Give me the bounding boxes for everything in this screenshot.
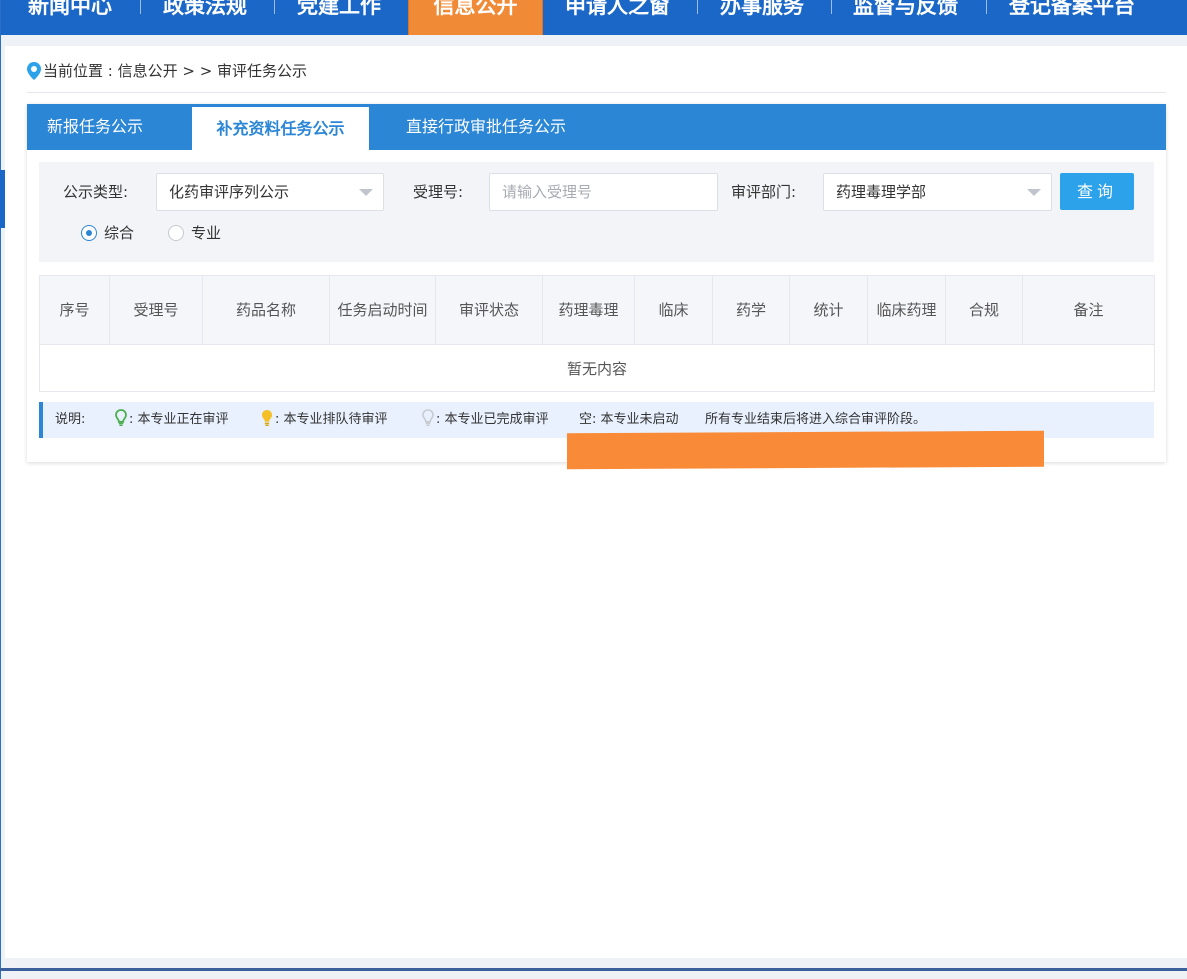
nav-separator [986,0,987,14]
table-header: 备注 [1022,275,1155,345]
bottom-border [0,968,1187,971]
task-panel: 新报任务公示 补充资料任务公示 直接行政审批任务公示 公示类型: 化药审评序列公… [27,104,1166,462]
nav-item-policy[interactable]: 政策法规 [163,0,247,35]
type-select-value: 化药审评序列公示 [169,183,290,201]
table-header: 药理毒理 [542,275,635,345]
dept-label: 审评部门: [731,183,797,201]
table-header: 合规 [945,275,1023,345]
table-header: 药学 [712,275,790,345]
table-header: 任务启动时间 [329,275,436,345]
legend-grey-text: 本专业已完成审评 [444,412,549,427]
redaction-overlay [567,430,1044,470]
legend-yellow-text: 本专业排队待审评 [283,412,388,427]
grey-bulb-icon [422,406,434,442]
breadcrumb: 当前位置 : 信息公开 > > 审评任务公示 [27,60,307,82]
yellow-bulb-icon [261,406,273,442]
left-border [0,0,1,979]
nav-separator [140,0,141,14]
type-label: 公示类型: [63,183,129,201]
breadcrumb-divider [27,92,1166,93]
table-header: 临床 [634,275,713,345]
nav-separator [697,0,698,14]
nav-item-applicant[interactable]: 申请人之窗 [565,0,670,35]
legend-grey: : 本专业已完成审评 [422,402,549,442]
legend-yellow: : 本专业排队待审评 [261,402,388,442]
dept-select-value: 药理毒理学部 [836,183,927,201]
type-select[interactable]: 化药审评序列公示 [156,173,384,211]
radio-checked-icon [81,225,97,241]
legend-green-text: 本专业正在审评 [137,412,229,427]
table-header-row: 序号 受理号 药品名称 任务启动时间 审评状态 药理毒理 临床 药学 统计 临床… [39,275,1155,345]
top-nav: 新闻中心 政策法规 党建工作 信息公开 申请人之窗 办事服务 监督与反馈 登记备… [0,0,1187,35]
tab-supplementary-tasks[interactable]: 补充资料任务公示 [192,107,369,150]
nav-item-service[interactable]: 办事服务 [720,0,804,35]
table-header: 受理号 [109,275,203,345]
nav-item-party[interactable]: 党建工作 [297,0,381,35]
nav-separator [831,0,832,14]
breadcrumb-separator: > > [182,62,213,80]
table-header: 序号 [39,275,110,345]
tab-direct-approval-tasks[interactable]: 直接行政审批任务公示 [401,104,571,150]
chevron-down-icon [1027,189,1041,196]
radio-comprehensive-label: 综合 [104,224,135,242]
breadcrumb-current: 审评任务公示 [217,62,308,80]
location-pin-icon [27,62,41,86]
chevron-down-icon [359,189,373,196]
accept-number-label: 受理号: [413,183,464,201]
legend-label: 说明: [55,412,86,427]
dept-select[interactable]: 药理毒理学部 [823,173,1052,211]
radio-specialty-label: 专业 [191,224,222,242]
content-page: 当前位置 : 信息公开 > > 审评任务公示 新报任务公示 补充资料任务公示 直… [5,46,1187,958]
query-button[interactable]: 查询 [1060,173,1134,210]
table-header: 临床药理 [867,275,946,345]
table-header: 审评状态 [435,275,543,345]
nav-item-news[interactable]: 新闻中心 [28,0,112,35]
task-table: 序号 受理号 药品名称 任务启动时间 审评状态 药理毒理 临床 药学 统计 临床… [39,275,1155,392]
radio-comprehensive[interactable]: 综合 [81,221,134,245]
accept-number-field[interactable] [489,173,718,211]
radio-specialty[interactable]: 专业 [168,221,221,245]
table-header: 药品名称 [202,275,330,345]
nav-item-info-disclosure[interactable]: 信息公开 [408,0,543,35]
table-header: 统计 [789,275,868,345]
tab-new-tasks[interactable]: 新报任务公示 [27,104,163,150]
green-bulb-icon [115,406,127,442]
filter-area: 公示类型: 化药审评序列公示 受理号: 审评部门: 药理毒理学部 查询 综合 专… [39,162,1154,262]
nav-separator [274,0,275,14]
radio-unchecked-icon [168,225,184,241]
left-edge-marker [0,170,5,228]
table-row: 暂无内容 [39,344,1155,392]
nav-item-registration[interactable]: 登记备案平台 [1009,0,1135,35]
table-empty-text: 暂无内容 [39,344,1155,392]
accept-number-input[interactable] [490,174,717,210]
nav-item-feedback[interactable]: 监督与反馈 [853,0,958,35]
tab-bar: 新报任务公示 补充资料任务公示 直接行政审批任务公示 [27,104,1166,150]
legend-green: : 本专业正在审评 [115,402,229,442]
breadcrumb-prefix: 当前位置 : 信息公开 [43,62,183,80]
